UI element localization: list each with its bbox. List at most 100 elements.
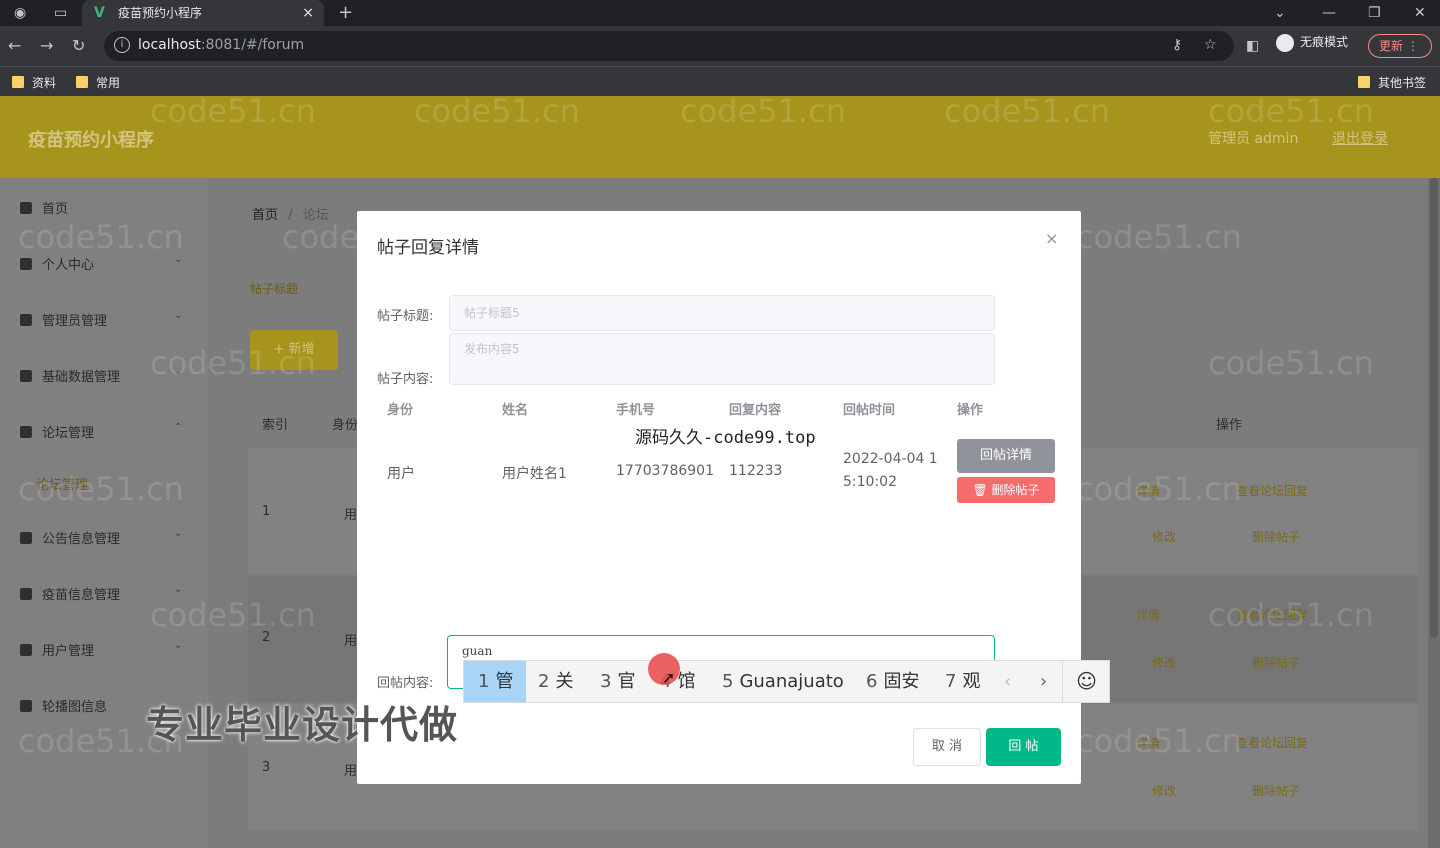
source-overlay-text: 源码久久-code99.top: [635, 428, 816, 448]
key-icon[interactable]: ⚷: [1172, 37, 1182, 53]
breadcrumb-home[interactable]: 首页: [252, 208, 278, 223]
forward-icon[interactable]: →: [40, 36, 53, 56]
row-replies-button[interactable]: 查看论坛回复: [1236, 734, 1308, 751]
cell-time-line2: 5:10:02: [843, 474, 897, 490]
sidebar-item-profile[interactable]: 个人中心 ⌄: [20, 254, 182, 273]
reload-icon[interactable]: ↻: [72, 36, 85, 56]
logout-link[interactable]: 退出登录: [1332, 128, 1388, 148]
sidebar-item-users[interactable]: 用户管理 ⌄: [20, 640, 182, 659]
reply-content-label: 回帖内容:: [377, 676, 434, 691]
new-tab-button[interactable]: +: [338, 4, 353, 22]
col-actions: 操作: [957, 403, 984, 418]
folder-icon: [12, 76, 24, 88]
row-details-button[interactable]: 详情: [1136, 482, 1160, 499]
tab-list-chevron-icon[interactable]: ⌄: [1274, 4, 1286, 22]
ime-prev-icon[interactable]: ‹: [1004, 661, 1011, 702]
row-delete-button[interactable]: 删除帖子: [1252, 782, 1300, 799]
tab-search-icon[interactable]: ▭: [54, 4, 67, 22]
trash-icon: 🗑: [972, 483, 992, 497]
close-icon[interactable]: ×: [1045, 229, 1058, 248]
address-bar[interactable]: i localhost:8081/#/forum ⚷ ☆: [104, 31, 1234, 61]
chevron-down-icon: ⌄: [174, 366, 183, 377]
row-edit-button[interactable]: 修改: [1152, 782, 1176, 799]
sidebar-item-vaccines[interactable]: 疫苗信息管理 ⌄: [20, 584, 182, 603]
row-details-button[interactable]: 详情: [1136, 606, 1160, 623]
mouse-pointer-icon: ➚: [662, 668, 676, 687]
scrollbar-thumb[interactable]: [1430, 178, 1438, 638]
reply-submit-button[interactable]: 回 帖: [986, 728, 1061, 766]
grid-icon: [20, 588, 32, 600]
vue-logo-icon: V: [94, 5, 105, 21]
app-header: 疫苗预约小程序 管理员 admin 退出登录: [0, 96, 1440, 178]
reply-detail-button[interactable]: 回帖详情: [957, 439, 1055, 473]
add-button[interactable]: + 新增: [250, 330, 338, 370]
bookmark-star-icon[interactable]: ☆: [1204, 37, 1217, 53]
incognito-indicator[interactable]: 无痕模式: [1276, 33, 1348, 52]
row-delete-button[interactable]: 删除帖子: [1252, 654, 1300, 671]
other-bookmarks[interactable]: 其他书签: [1358, 74, 1426, 91]
chevron-down-icon: ⌄: [174, 640, 183, 651]
row-delete-button[interactable]: 删除帖子: [1252, 528, 1300, 545]
promo-overlay-text: 专业毕业设计代做: [146, 703, 459, 747]
sidebar-item-carousel[interactable]: 轮播图信息: [20, 696, 107, 715]
row-details-button[interactable]: 详情: [1136, 734, 1160, 751]
restore-icon[interactable]: ❐: [1368, 4, 1381, 22]
post-content-label: 帖子内容:: [377, 372, 434, 387]
col-name: 姓名: [502, 403, 529, 418]
side-panel-icon[interactable]: ◧: [1246, 36, 1259, 56]
minimize-icon[interactable]: —: [1322, 4, 1336, 22]
post-title-label: 帖子标题:: [377, 309, 434, 324]
edit-icon: [20, 314, 32, 326]
update-button[interactable]: 更新 ⋮: [1368, 34, 1432, 58]
cell-time-line1: 2022-04-04 1: [843, 451, 938, 467]
cancel-button[interactable]: 取 消: [913, 728, 981, 766]
col-content: 回复内容: [729, 403, 782, 418]
sidebar-subitem-forum[interactable]: 论坛管理: [36, 474, 88, 493]
ime-candidate[interactable]: 3官: [600, 661, 635, 702]
sidebar-item-admins[interactable]: 管理员管理 ⌄: [20, 310, 182, 329]
delete-post-button[interactable]: 🗑 删除帖子: [957, 477, 1055, 503]
row-edit-button[interactable]: 修改: [1152, 654, 1176, 671]
profile-icon[interactable]: ◉: [14, 4, 26, 22]
ime-candidate[interactable]: 1管: [464, 661, 526, 702]
home-icon: [20, 202, 32, 214]
breadcrumb-current: 论坛: [302, 208, 329, 223]
row-edit-button[interactable]: 修改: [1152, 528, 1176, 545]
bookmark-folder-1[interactable]: 资料: [12, 74, 56, 91]
search-label: 帖子标题: [250, 282, 299, 296]
row-replies-button[interactable]: 查看论坛回复: [1236, 482, 1308, 499]
breadcrumb: 首页 / 论坛: [252, 208, 329, 223]
tab-close-icon[interactable]: ×: [302, 0, 314, 26]
chevron-down-icon: ⌄: [174, 310, 183, 321]
bookmark-folder-2[interactable]: 常用: [76, 74, 120, 91]
tab-title: 疫苗预约小程序: [118, 6, 203, 20]
user-icon: [20, 700, 32, 712]
current-user: 管理员 admin: [1208, 131, 1299, 147]
ime-candidate[interactable]: 6 固安: [866, 661, 919, 702]
site-info-icon[interactable]: i: [114, 37, 130, 53]
sidebar-item-forum[interactable]: 论坛管理 ⌃: [20, 422, 182, 441]
cell-content: 112233: [729, 463, 783, 479]
col-phone: 手机号: [616, 403, 656, 418]
incognito-icon: [1276, 33, 1294, 52]
ime-candidate[interactable]: 7观: [945, 661, 980, 702]
ime-emoji-icon[interactable]: ☺: [1062, 661, 1110, 702]
back-icon[interactable]: ←: [8, 36, 21, 56]
cell-name: 用户姓名1: [502, 466, 567, 482]
chevron-down-icon: ⌄: [174, 528, 183, 539]
browser-tab-strip: ◉ ▭ V 疫苗预约小程序 × + ⌄ — ❐ ✕: [0, 0, 1440, 26]
sidebar-item-home[interactable]: 首页: [20, 198, 68, 217]
chevron-down-icon: ⌄: [174, 254, 183, 265]
row-replies-button[interactable]: 查看论坛回复: [1236, 606, 1308, 623]
window-close-icon[interactable]: ✕: [1414, 4, 1426, 22]
chevron-up-icon: ⌃: [174, 422, 183, 433]
post-title-field: 帖子标题5: [449, 295, 995, 331]
ime-candidate[interactable]: 2关: [538, 661, 573, 702]
ime-candidate[interactable]: 5 Guanajuato: [722, 661, 844, 702]
sidebar-item-base-data[interactable]: 基础数据管理 ⌄: [20, 366, 182, 385]
browser-tab-active[interactable]: V 疫苗预约小程序 ×: [82, 0, 324, 26]
ime-next-icon[interactable]: ›: [1040, 661, 1047, 702]
page-scrollbar[interactable]: [1428, 178, 1440, 848]
sidebar-item-notices[interactable]: 公告信息管理 ⌄: [20, 528, 182, 547]
ime-candidate-bar: 1管 2关 3官 4馆 5Guanajuato 6固安 7观 ‹ › ☺: [463, 660, 1110, 703]
